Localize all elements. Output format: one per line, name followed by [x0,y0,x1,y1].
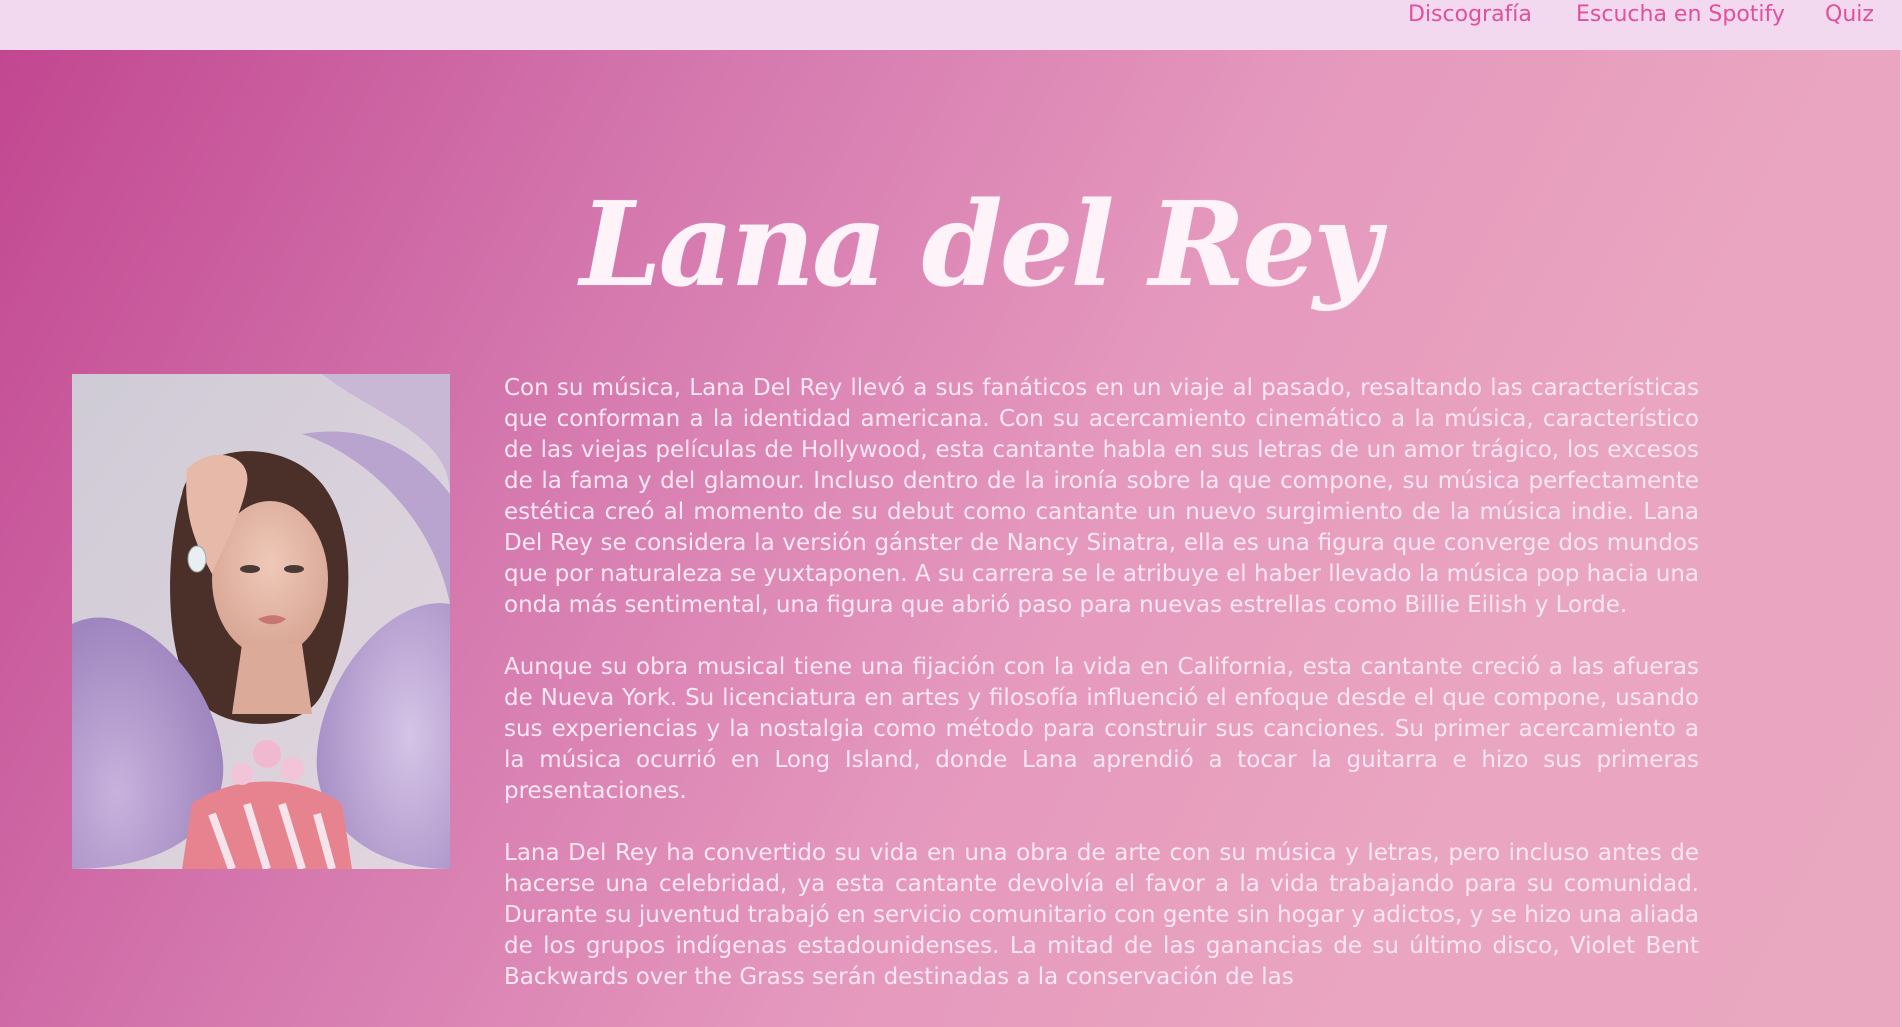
article-paragraph: Lana Del Rey ha convertido su vida en un… [504,840,1699,990]
artist-photo [72,374,450,869]
article-paragraph: Con su música, Lana Del Rey llevó a sus … [504,375,1699,618]
page-title: Lana del Rey [580,177,1381,313]
nav-link-discografia[interactable]: Discografía [1408,0,1532,30]
nav-link-spotify[interactable]: Escucha en Spotify [1576,0,1785,30]
article-content: Con su música, Lana Del Rey llevó a sus … [504,373,1699,1027]
top-nav-bar: Discografía Escucha en Spotify Quiz [0,0,1902,50]
portrait-photo-icon [72,374,450,869]
nav-link-quiz[interactable]: Quiz [1825,0,1874,30]
article-paragraph: Aunque su obra musical tiene una fijació… [504,654,1699,804]
